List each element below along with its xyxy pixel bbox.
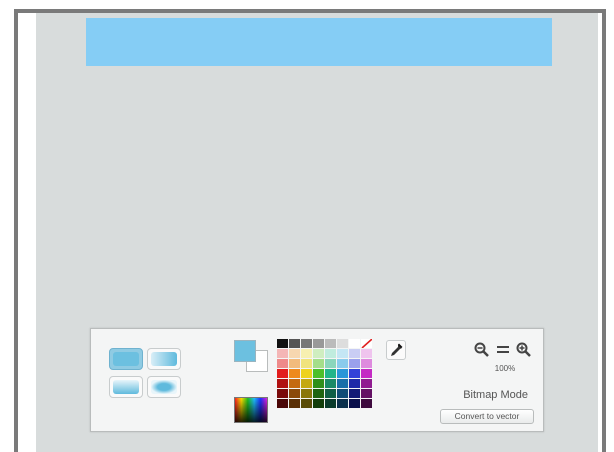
palette-color-swatch[interactable] [301,389,312,398]
fill-solid-button[interactable] [109,348,143,370]
palette-color-swatch[interactable] [337,389,348,398]
palette-color-swatch[interactable] [277,379,288,388]
palette-color-swatch[interactable] [349,389,360,398]
palette-color-swatch[interactable] [325,359,336,368]
palette-color-swatch[interactable] [337,399,348,408]
palette-color-swatch[interactable] [325,399,336,408]
eyedropper-icon [391,343,403,356]
palette-color-swatch[interactable] [361,369,372,378]
palette-color-swatch[interactable] [337,369,348,378]
palette-color-swatch[interactable] [361,389,372,398]
palette-color-swatch[interactable] [301,349,312,358]
horizontal-gradient-icon [151,352,177,366]
palette-color-swatch[interactable] [313,339,324,348]
primary-color-swatch[interactable] [234,340,256,362]
palette-color-swatch[interactable] [313,379,324,388]
palette-color-swatch[interactable] [349,349,360,358]
no-color-swatch[interactable] [361,339,372,348]
palette-color-swatch[interactable] [301,379,312,388]
palette-color-swatch[interactable] [277,349,288,358]
palette-color-swatch[interactable] [349,399,360,408]
palette-color-swatch[interactable] [361,399,372,408]
color-spectrum-picker[interactable] [234,397,268,423]
canvas-rectangle-shape[interactable] [86,18,552,66]
palette-color-swatch[interactable] [349,359,360,368]
palette-color-swatch[interactable] [349,379,360,388]
fill-solid-icon [113,352,139,366]
palette-color-swatch[interactable] [337,379,348,388]
palette-color-swatch[interactable] [349,369,360,378]
palette-color-swatch[interactable] [289,369,300,378]
fill-vertical-gradient-button[interactable] [109,376,143,398]
palette-color-swatch[interactable] [301,339,312,348]
palette-color-swatch[interactable] [313,369,324,378]
eyedropper-button[interactable] [386,340,406,360]
convert-to-vector-button[interactable]: Convert to vector [440,409,534,424]
bitmap-mode-label: Bitmap Mode [463,389,528,401]
palette-color-swatch[interactable] [325,369,336,378]
palette-color-swatch[interactable] [289,339,300,348]
palette-color-swatch[interactable] [313,359,324,368]
palette-color-swatch[interactable] [325,379,336,388]
palette-color-swatch[interactable] [325,339,336,348]
palette-color-swatch[interactable] [289,399,300,408]
color-toolbar: 100% Bitmap Mode Convert to vector [90,328,544,432]
zoom-in-icon[interactable] [515,341,533,358]
palette-color-swatch[interactable] [313,399,324,408]
palette-color-swatch[interactable] [349,339,360,348]
palette-color-swatch[interactable] [277,389,288,398]
palette-color-swatch[interactable] [301,399,312,408]
palette-color-swatch[interactable] [289,359,300,368]
palette-color-swatch[interactable] [325,349,336,358]
palette-color-swatch[interactable] [313,389,324,398]
palette-color-swatch[interactable] [337,359,348,368]
palette-color-swatch[interactable] [277,369,288,378]
palette-color-swatch[interactable] [313,349,324,358]
palette-color-swatch[interactable] [361,379,372,388]
no-color-icon [361,339,372,348]
palette-color-swatch[interactable] [289,379,300,388]
color-palette [277,339,372,408]
fill-radial-gradient-button[interactable] [147,376,181,398]
palette-color-swatch[interactable] [361,359,372,368]
vertical-gradient-icon [113,380,139,394]
radial-gradient-icon [151,380,177,394]
palette-color-swatch[interactable] [289,389,300,398]
palette-color-swatch[interactable] [337,349,348,358]
palette-color-swatch[interactable] [301,369,312,378]
palette-color-swatch[interactable] [277,339,288,348]
palette-color-swatch[interactable] [277,399,288,408]
fill-horizontal-gradient-button[interactable] [147,348,181,370]
zoom-reset-icon[interactable] [494,341,512,358]
palette-color-swatch[interactable] [301,359,312,368]
palette-color-swatch[interactable] [289,349,300,358]
palette-color-swatch[interactable] [337,339,348,348]
palette-color-swatch[interactable] [325,389,336,398]
palette-color-swatch[interactable] [361,349,372,358]
palette-color-swatch[interactable] [277,359,288,368]
zoom-out-icon[interactable] [473,341,491,358]
zoom-level-label: 100% [494,364,516,373]
